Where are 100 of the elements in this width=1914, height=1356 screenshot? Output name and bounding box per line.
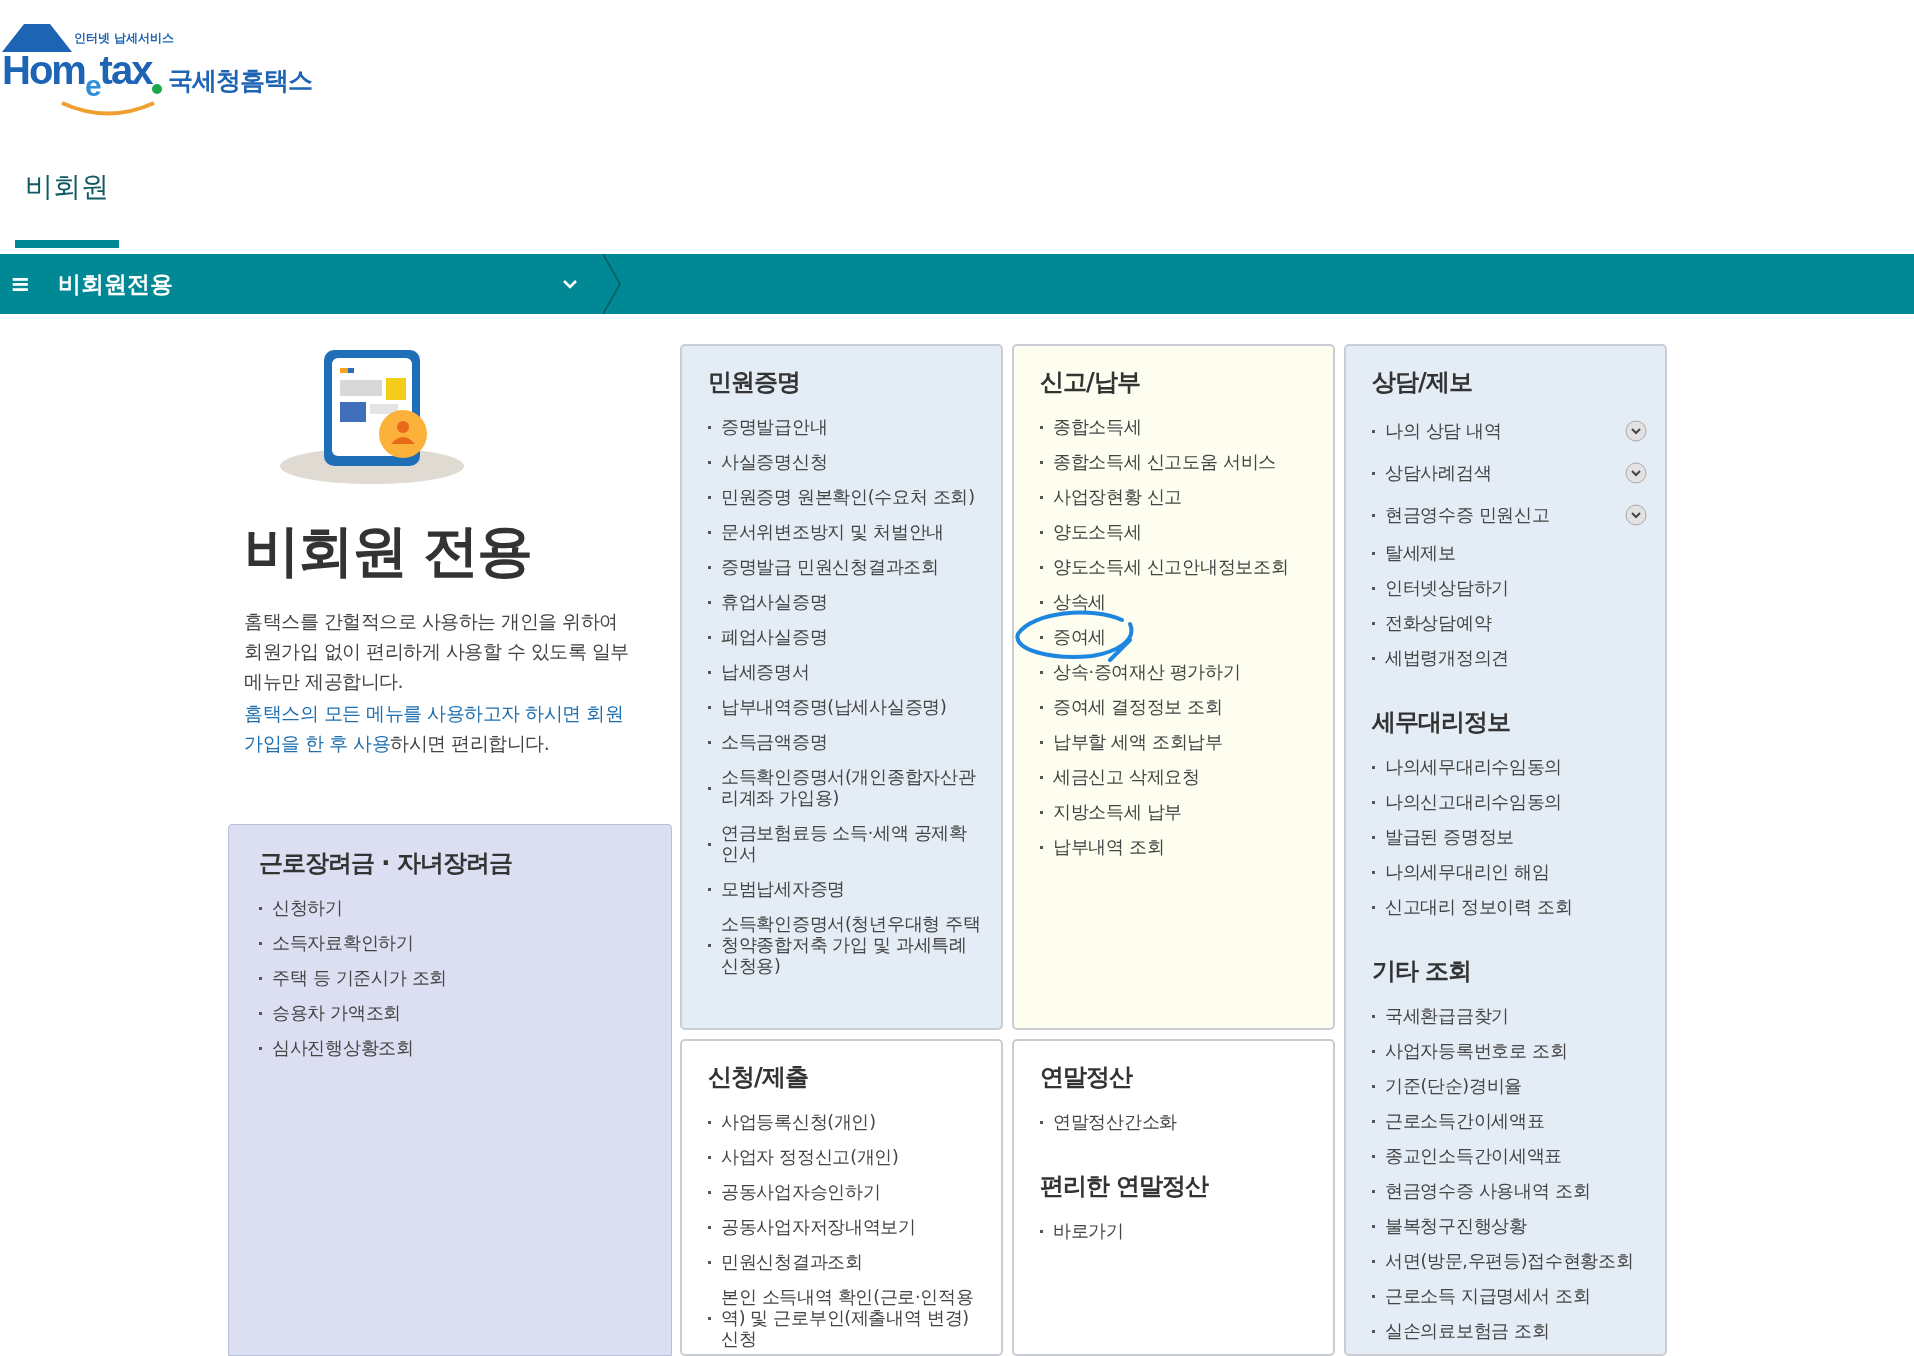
menu-link[interactable]: 바로가기 (1053, 1221, 1315, 1242)
chevron-down-icon (562, 279, 578, 289)
menu-dropdown[interactable]: 비회원전용 (58, 268, 602, 300)
bullet-icon (1372, 1015, 1375, 1018)
menu-link[interactable]: 전화상담예약 (1385, 613, 1647, 634)
menu-link[interactable]: 상속세 (1053, 592, 1315, 613)
menu-link[interactable]: 신청하기 (272, 898, 671, 919)
bullet-icon (708, 461, 711, 464)
menu-link[interactable]: 근로소득 지급명세서 조회 (1385, 1286, 1647, 1307)
bullet-icon (708, 496, 711, 499)
menu-link[interactable]: 소득금액증명 (721, 732, 983, 753)
bullet-icon (1040, 426, 1043, 429)
menu-link[interactable]: 실손의료보험금 조회 (1385, 1321, 1647, 1342)
menu-link[interactable]: 양도소득세 (1053, 522, 1315, 543)
bullet-icon (708, 531, 711, 534)
bullet-icon (1372, 1120, 1375, 1123)
menu-link[interactable]: 모범납세자증명 (721, 879, 983, 900)
bullet-icon (259, 907, 262, 910)
bullet-icon (708, 1261, 711, 1264)
menu-link[interactable]: 나의세무대리수임동의 (1385, 757, 1647, 778)
bullet-icon (1372, 1295, 1375, 1298)
bullet-icon (1372, 1330, 1375, 1333)
bullet-icon (1372, 836, 1375, 839)
menu-link[interactable]: 세금신고 삭제요청 (1053, 767, 1315, 788)
menu-link[interactable]: 종교인소득간이세액표 (1385, 1146, 1647, 1167)
menu-link[interactable]: 증명발급 민원신청결과조회 (721, 557, 983, 578)
logo-tagline: 인터넷 납세서비스 (74, 30, 175, 47)
bullet-icon (1372, 906, 1375, 909)
site-name: 국세청홈택스 (168, 65, 312, 97)
bullet-icon (708, 888, 711, 891)
menu-link[interactable]: 나의 상담 내역 (1385, 420, 1625, 442)
menu-link[interactable]: 연말정산간소화 (1053, 1112, 1315, 1133)
bullet-icon (1372, 1085, 1375, 1088)
bullet-icon (1372, 1190, 1375, 1193)
menu-link[interactable]: 현금영수증 민원신고 (1385, 504, 1625, 526)
section-title: 세무대리정보 (1372, 707, 1511, 738)
menu-link[interactable]: 연금보험료등 소득·세액 공제확인서 (721, 823, 983, 865)
menu-link[interactable]: 소득자료확인하기 (272, 933, 671, 954)
menu-link[interactable]: 납부내역 조회 (1053, 837, 1315, 858)
bullet-icon (708, 786, 711, 790)
menu-link[interactable]: 신고대리 정보이력 조회 (1385, 897, 1647, 918)
section-title: 편리한 연말정산 (1040, 1171, 1210, 1202)
menu-link[interactable]: 상담사례검색 (1385, 462, 1625, 484)
bullet-icon (1372, 429, 1375, 433)
bullet-icon (1040, 706, 1043, 709)
menu-link[interactable]: 종합소득세 (1053, 417, 1315, 438)
bullet-icon (1372, 1225, 1375, 1228)
menu-link[interactable]: 기준(단순)경비율 (1385, 1076, 1647, 1097)
bullet-icon (1372, 552, 1375, 555)
menu-link[interactable]: 소득확인증명서(청년우대형 주택청약종합저축 가입 및 과세특례 신청용) (721, 914, 983, 977)
menu-icon[interactable]: ≡ (10, 270, 40, 298)
menu-link[interactable]: 납부내역증명(납세사실증명) (721, 697, 983, 718)
menu-link[interactable]: 납부할 세액 조회납부 (1053, 732, 1315, 753)
menu-link[interactable]: 민원증명 원본확인(수요처 조회) (721, 487, 983, 508)
menu-link[interactable]: 승용차 가액조회 (272, 1003, 671, 1024)
bullet-icon (1372, 801, 1375, 804)
menu-link[interactable]: 상속·증여재산 평가하기 (1053, 662, 1315, 683)
section-title: 기타 조회 (1372, 956, 1473, 987)
menu-link[interactable]: 공동사업자승인하기 (721, 1182, 983, 1203)
menu-link[interactable]: 국세환급금찾기 (1385, 1006, 1647, 1027)
menu-link[interactable]: 사업장현황 신고 (1053, 487, 1315, 508)
menu-link[interactable]: 양도소득세 신고안내정보조회 (1053, 557, 1315, 578)
menu-link[interactable]: 소득확인증명서(개인종합자산관리계좌 가입용) (721, 767, 983, 809)
menu-link[interactable]: 폐업사실증명 (721, 627, 983, 648)
bullet-icon (1040, 1121, 1043, 1124)
bullet-icon (1040, 846, 1043, 849)
menu-link[interactable]: 현금영수증 사용내역 조회 (1385, 1181, 1647, 1202)
bullet-icon (1040, 531, 1043, 534)
menu-link[interactable]: 탈세제보 (1385, 543, 1647, 564)
menu-link[interactable]: 사업자등록번호로 조회 (1385, 1041, 1647, 1062)
menu-link[interactable]: 지방소득세 납부 (1053, 802, 1315, 823)
menu-link[interactable]: 증명발급안내 (721, 417, 983, 438)
menu-link[interactable]: 인터넷상담하기 (1385, 578, 1647, 599)
menu-link[interactable]: 심사진행상황조회 (272, 1038, 671, 1059)
menu-link[interactable]: 세법령개정의견 (1385, 648, 1647, 669)
menu-link[interactable]: 나의세무대리인 해임 (1385, 862, 1647, 883)
bullet-icon (708, 741, 711, 744)
menu-link[interactable]: 휴업사실증명 (721, 592, 983, 613)
menu-link[interactable]: 근로소득간이세액표 (1385, 1111, 1647, 1132)
menu-link[interactable]: 사업등록신청(개인) (721, 1112, 983, 1133)
bullet-icon (259, 977, 262, 980)
bullet-icon (1040, 461, 1043, 464)
menu-link[interactable]: 발급된 증명정보 (1385, 827, 1647, 848)
menu-link[interactable]: 주택 등 기준시가 조회 (272, 968, 671, 989)
menu-link[interactable]: 종합소득세 신고도움 서비스 (1053, 452, 1315, 473)
menu-link[interactable]: 증여세 (1053, 627, 1315, 648)
menu-link[interactable]: 사실증명신청 (721, 452, 983, 473)
bullet-icon (1372, 1260, 1375, 1263)
menu-link[interactable]: 사업자 정정신고(개인) (721, 1147, 983, 1168)
menu-link[interactable]: 서면(방문,우편등)접수현황조회 (1385, 1251, 1647, 1272)
menu-link[interactable]: 납세증명서 (721, 662, 983, 683)
logo-wordmark[interactable]: Hom$_{e}$tax (2, 48, 152, 96)
menu-link[interactable]: 불복청구진행상황 (1385, 1216, 1647, 1237)
bullet-icon (1040, 741, 1043, 744)
menu-link[interactable]: 나의신고대리수임동의 (1385, 792, 1647, 813)
menu-link[interactable]: 증여세 결정정보 조회 (1053, 697, 1315, 718)
menu-link[interactable]: 공동사업자저장내역보기 (721, 1217, 983, 1238)
menu-link[interactable]: 문서위변조방지 및 처벌안내 (721, 522, 983, 543)
menu-link[interactable]: 본인 소득내역 확인(근로·인적용역) 및 근로부인(제출내역 변경) 신청 (721, 1287, 983, 1350)
menu-link[interactable]: 민원신청결과조회 (721, 1252, 983, 1273)
